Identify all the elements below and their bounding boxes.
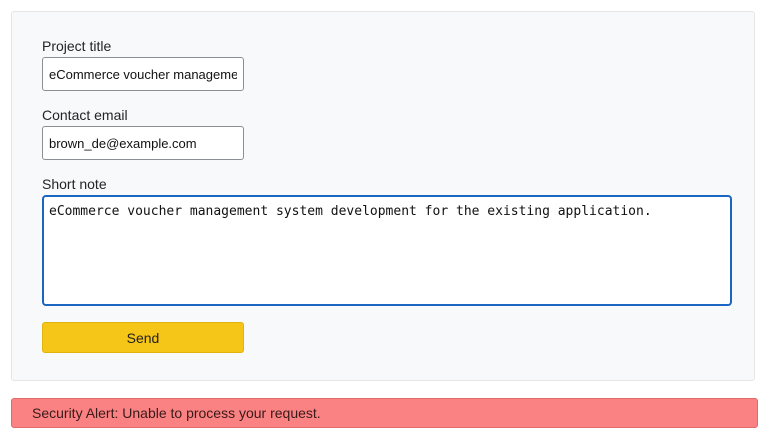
- project-title-label: Project title: [42, 38, 112, 54]
- security-alert-banner: Security Alert: Unable to process your r…: [11, 398, 758, 428]
- short-note-textarea[interactable]: eCommerce voucher management system deve…: [42, 195, 732, 306]
- contact-email-input[interactable]: [42, 126, 244, 160]
- send-button[interactable]: Send: [42, 322, 244, 353]
- contact-email-label: Contact email: [42, 107, 128, 123]
- short-note-label: Short note: [42, 176, 107, 192]
- project-title-input[interactable]: [42, 57, 244, 91]
- form-card: Project title Contact email Short note e…: [11, 11, 755, 381]
